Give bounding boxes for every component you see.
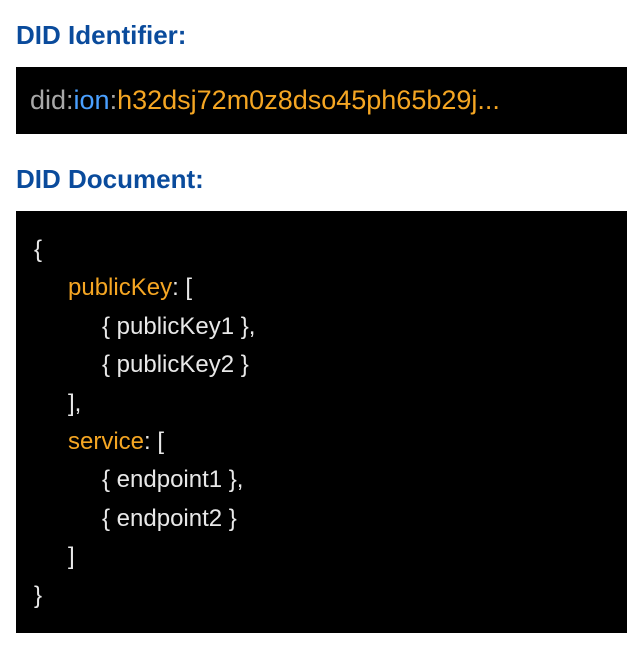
did-identifier-code: did:ion:h32dsj72m0z8dso45ph65b29j... bbox=[16, 67, 627, 134]
service-item-2: { endpoint2 } bbox=[34, 500, 609, 538]
did-document-code: { publicKey: [ { publicKey1 }, { publicK… bbox=[16, 211, 627, 633]
did-document-heading: DID Document: bbox=[16, 164, 627, 195]
array-open: [ bbox=[157, 428, 164, 455]
array-close: ] bbox=[34, 538, 609, 576]
did-id: h32dsj72m0z8dso45ph65b29j... bbox=[117, 85, 500, 115]
did-identifier-heading: DID Identifier: bbox=[16, 20, 627, 51]
did-method: ion bbox=[74, 85, 110, 115]
service-key: service bbox=[68, 428, 144, 455]
publickey-item-1: { publicKey1 }, bbox=[34, 308, 609, 346]
did-sep1: : bbox=[66, 85, 74, 115]
service-item-1: { endpoint1 }, bbox=[34, 461, 609, 499]
key-sep: : bbox=[144, 428, 157, 455]
did-scheme: did bbox=[30, 85, 66, 115]
array-close-comma: ], bbox=[34, 385, 609, 423]
publickey-item-2: { publicKey2 } bbox=[34, 346, 609, 384]
brace-open: { bbox=[34, 231, 609, 269]
brace-close: } bbox=[34, 577, 609, 615]
publickey-key: publicKey bbox=[68, 274, 172, 301]
did-sep2: : bbox=[110, 85, 118, 115]
key-sep: : bbox=[172, 274, 185, 301]
array-open: [ bbox=[185, 274, 192, 301]
